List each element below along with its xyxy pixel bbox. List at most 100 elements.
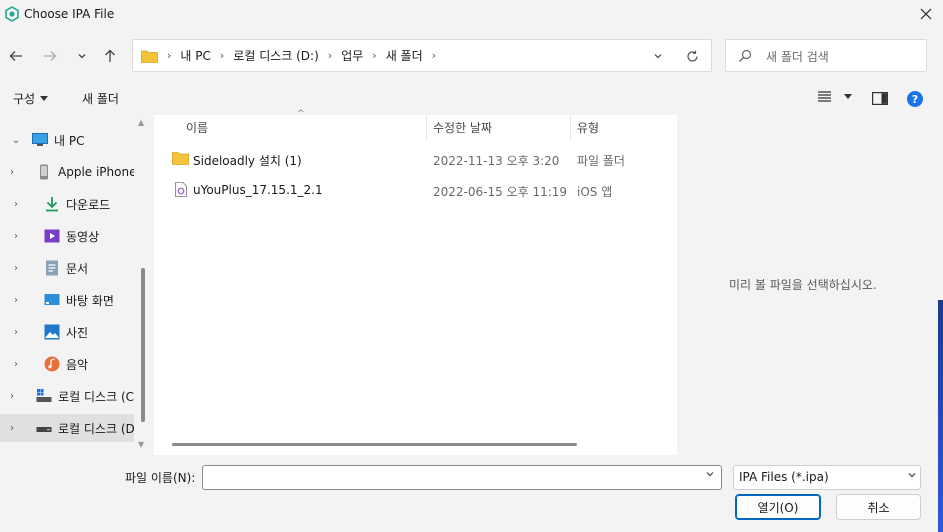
desktop-background — [938, 300, 943, 532]
search-icon — [739, 49, 752, 62]
drive-c-icon — [36, 389, 52, 402]
new-folder-button[interactable]: 새 폴더 — [82, 90, 119, 107]
sidebar-item-apple-iphone[interactable]: › Apple iPhone — [0, 158, 134, 186]
column-header-type[interactable]: 유형 — [577, 119, 599, 136]
app-icon — [5, 6, 19, 22]
sidebar-item-desktop[interactable]: › 바탕 화면 — [0, 286, 134, 314]
breadcrumb-work[interactable]: 업무 — [341, 47, 363, 64]
close-button[interactable] — [908, 0, 943, 28]
chevron-right-icon[interactable]: › — [10, 263, 22, 274]
sidebar-item-drive-d[interactable]: › 로컬 디스크 (D — [0, 414, 134, 442]
forward-button[interactable] — [38, 44, 62, 68]
chevron-right-icon[interactable]: › — [10, 327, 22, 338]
search-placeholder: 새 폴더 검색 — [766, 50, 829, 64]
column-divider[interactable] — [426, 116, 427, 140]
new-folder-label: 새 폴더 — [82, 92, 119, 106]
help-button[interactable]: ? — [907, 91, 923, 110]
sidebar-item-label: 문서 — [66, 261, 89, 276]
file-date: 2022-06-15 오후 11:19 — [433, 185, 568, 199]
filename-input[interactable] — [202, 465, 722, 490]
horizontal-scroll-thumb[interactable] — [172, 443, 577, 446]
sidebar-item-downloads[interactable]: › 다운로드 — [0, 190, 134, 218]
preview-pane-button[interactable] — [872, 92, 889, 108]
filename-history-dropdown[interactable] — [705, 469, 715, 482]
preview-empty-message: 미리 볼 파일을 선택하십시오. — [729, 278, 877, 292]
list-view-icon — [818, 91, 831, 102]
organize-label: 구성 — [13, 92, 36, 106]
chevron-down-icon — [706, 472, 714, 477]
cancel-button[interactable]: 취소 — [836, 494, 921, 520]
sidebar-item-drive-c[interactable]: › 로컬 디스크 (C — [0, 382, 134, 410]
refresh-icon — [686, 50, 698, 62]
close-icon — [920, 8, 931, 20]
sidebar-item-videos[interactable]: › 동영상 — [0, 222, 134, 250]
sidebar-item-label: 로컬 디스크 (C — [58, 389, 134, 404]
chevron-right-icon[interactable]: › — [372, 49, 376, 62]
chevron-right-icon[interactable]: › — [10, 423, 14, 434]
organize-menu[interactable]: 구성 — [13, 90, 49, 107]
sidebar-item-label: 로컬 디스크 (D — [58, 421, 134, 436]
sidebar-item-this-pc[interactable]: ⌄ 내 PC — [0, 126, 134, 154]
up-button[interactable] — [98, 44, 122, 68]
chevron-right-icon[interactable]: › — [10, 167, 14, 178]
chevron-right-icon[interactable]: › — [220, 49, 224, 62]
preview-pane-icon — [872, 92, 889, 106]
arrow-up-icon — [105, 49, 115, 62]
arrow-right-icon — [44, 51, 57, 61]
chevron-down-icon — [654, 54, 662, 59]
search-box[interactable]: 새 폴더 검색 — [725, 39, 927, 72]
folder-icon — [141, 50, 158, 63]
back-button[interactable] — [4, 44, 28, 68]
chevron-right-icon: › — [167, 49, 172, 62]
scroll-up-arrow[interactable]: ▲ — [138, 118, 144, 127]
document-icon — [46, 260, 58, 276]
breadcrumb-drive-d[interactable]: 로컬 디스크 (D:) — [233, 47, 318, 64]
sidebar-item-label: 사진 — [66, 325, 89, 340]
sort-ascending-icon: ^ — [297, 109, 305, 119]
column-divider[interactable] — [570, 116, 571, 140]
caret-down-icon — [844, 93, 852, 99]
file-type-filter-value: IPA Files (*.ipa) — [739, 470, 829, 484]
chevron-down-icon[interactable]: ⌄ — [10, 135, 22, 146]
column-header-name[interactable]: 이름 — [186, 119, 208, 136]
help-icon: ? — [907, 91, 923, 107]
chevron-down-icon — [78, 54, 86, 59]
chevron-right-icon[interactable]: › — [10, 199, 22, 210]
address-history-button[interactable] — [647, 45, 669, 67]
phone-icon — [40, 164, 48, 180]
chevron-right-icon[interactable]: › — [10, 295, 22, 306]
chevron-right-icon[interactable]: › — [10, 391, 14, 402]
address-bar[interactable]: › 내 PC › 로컬 디스크 (D:) › 업무 › 새 폴더 › — [132, 39, 712, 72]
music-icon — [44, 356, 60, 372]
chevron-right-icon[interactable]: › — [432, 49, 436, 62]
sidebar-item-documents[interactable]: › 문서 — [0, 254, 134, 282]
breadcrumb-pc[interactable]: 내 PC — [180, 47, 210, 64]
chevron-right-icon[interactable]: › — [10, 231, 22, 242]
sidebar-item-label: 내 PC — [54, 133, 85, 148]
scroll-down-arrow[interactable]: ▼ — [138, 440, 144, 449]
folder-icon — [172, 152, 189, 165]
arrow-left-icon — [9, 51, 22, 61]
file-type: iOS 앱 — [577, 185, 613, 199]
view-options-button[interactable] — [818, 91, 852, 102]
sidebar-item-label: 동영상 — [66, 229, 100, 244]
sidebar-item-music[interactable]: › 음악 — [0, 350, 134, 378]
drive-d-icon — [36, 427, 52, 432]
open-button[interactable]: 열기(O) — [735, 494, 821, 520]
sidebar-scroll-thumb[interactable] — [141, 268, 145, 422]
sidebar-item-pictures[interactable]: › 사진 — [0, 318, 134, 346]
file-name[interactable]: Sideloadly 설치 (1) — [193, 152, 302, 169]
column-header-modified[interactable]: 수정한 날짜 — [433, 119, 492, 136]
refresh-button[interactable] — [681, 45, 703, 67]
window-title: Choose IPA File — [24, 7, 115, 21]
sidebar-item-label: 음악 — [66, 357, 89, 372]
chevron-right-icon[interactable]: › — [328, 49, 332, 62]
recent-locations-button[interactable] — [70, 44, 94, 68]
video-icon — [44, 229, 60, 243]
breadcrumb-new-folder[interactable]: 새 폴더 — [386, 47, 423, 64]
file-type-filter[interactable]: IPA Files (*.ipa) — [733, 465, 921, 490]
svg-text:?: ? — [912, 93, 918, 106]
chevron-right-icon[interactable]: › — [10, 359, 22, 370]
sidebar-item-label: 바탕 화면 — [66, 293, 114, 308]
file-name[interactable]: uYouPlus_17.15.1_2.1 — [193, 183, 323, 197]
